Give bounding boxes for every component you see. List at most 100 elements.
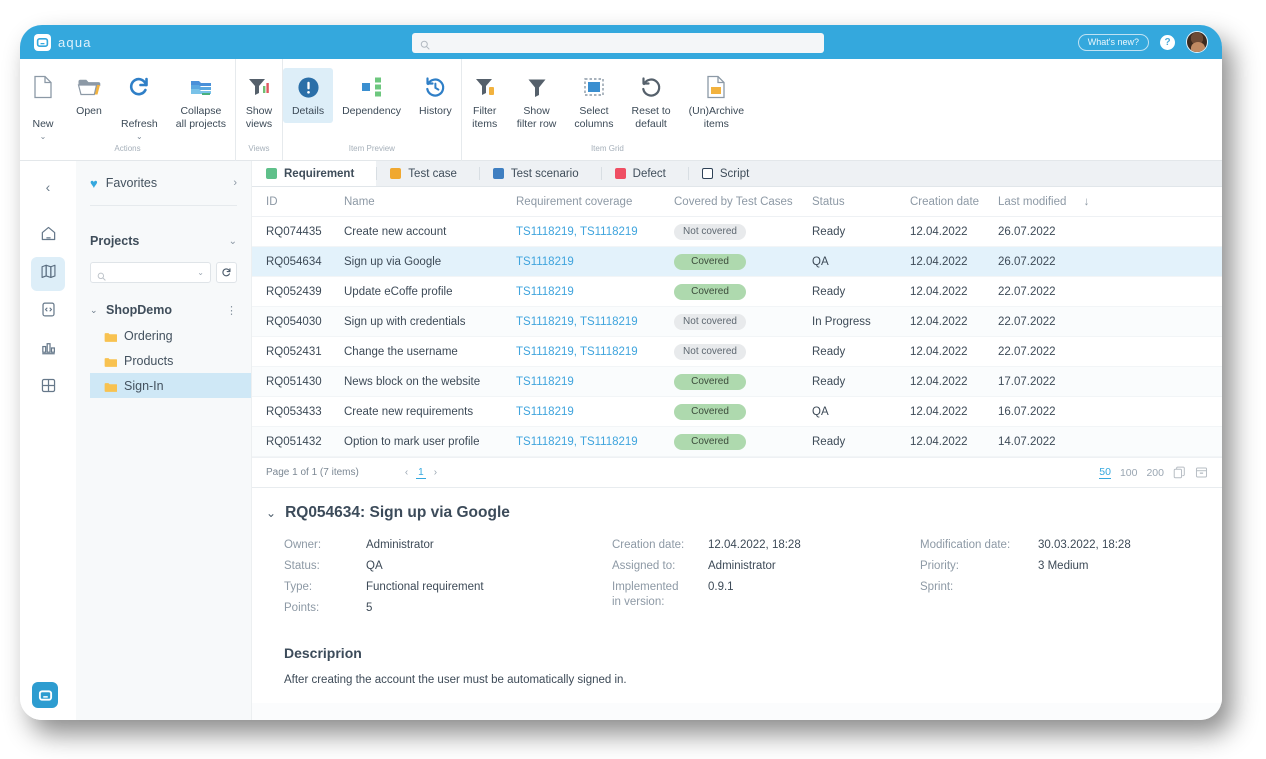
details-icon — [295, 74, 321, 100]
rail-item-home[interactable] — [31, 219, 65, 253]
details-button[interactable]: Details — [283, 68, 333, 123]
avatar[interactable] — [1186, 31, 1208, 53]
new-button[interactable]: New ⌄ — [20, 68, 66, 149]
cell-status: Ready — [812, 346, 910, 358]
show-views-label: Show views — [246, 105, 272, 130]
archive-items-button[interactable]: (Un)Archive items — [680, 68, 753, 135]
cell-creation-date: 12.04.2022 — [910, 256, 998, 268]
column-header-last-modified[interactable]: Last modified ↓ — [998, 196, 1118, 208]
table-row[interactable]: RQ052439Update eCoffe profileTS1118219Co… — [252, 277, 1222, 307]
field-value-status: QA — [366, 556, 612, 577]
help-icon[interactable]: ? — [1160, 35, 1175, 50]
global-search[interactable] — [412, 32, 824, 52]
page-size-50[interactable]: 50 — [1099, 466, 1111, 479]
tree-node-sign-in[interactable]: Sign-In — [90, 373, 251, 398]
page-number-1[interactable]: 1 — [416, 467, 426, 479]
table-row[interactable]: RQ054634Sign up via GoogleTS1118219Cover… — [252, 247, 1222, 277]
table-row[interactable]: RQ052431Change the usernameTS1118219, TS… — [252, 337, 1222, 367]
ribbon-group-views: Show views Views — [235, 59, 282, 161]
prev-page-button[interactable]: ‹ — [405, 467, 408, 478]
reset-to-default-button[interactable]: Reset to default — [623, 68, 680, 135]
cell-requirement-coverage[interactable]: TS1118219 — [516, 256, 674, 268]
export-icon[interactable] — [1195, 466, 1208, 479]
cell-requirement-coverage[interactable]: TS1118219, TS1118219 — [516, 226, 674, 238]
favorites-label: Favorites — [106, 176, 226, 190]
cell-id: RQ054634 — [252, 256, 344, 268]
archive-icon — [703, 74, 729, 100]
filter-items-button[interactable]: Filter items — [462, 68, 508, 135]
projects-header[interactable]: Projects ⌄ — [90, 220, 237, 262]
tab-requirement[interactable]: Requirement — [252, 161, 376, 186]
chevron-down-icon[interactable]: ⌄ — [197, 268, 204, 277]
copy-icon[interactable] — [1173, 466, 1186, 479]
cell-requirement-coverage[interactable]: TS1118219 — [516, 286, 674, 298]
tab-defect[interactable]: Defect — [601, 161, 688, 186]
details-labels-1: Owner: Status: Type: Points: — [284, 535, 366, 619]
chevron-down-icon: ⌄ — [40, 132, 47, 141]
chevron-down-icon[interactable]: ⌄ — [229, 236, 237, 247]
column-header-covered-by-test-cases[interactable]: Covered by Test Cases — [674, 196, 812, 208]
cell-creation-date: 12.04.2022 — [910, 376, 998, 388]
tab-script[interactable]: Script — [688, 161, 771, 186]
item-type-tabs: Requirement Test case Test scenario Defe… — [252, 161, 1222, 187]
favorites-item[interactable]: ♥ Favorites › — [90, 161, 237, 205]
show-filter-row-button[interactable]: Show filter row — [508, 68, 566, 135]
project-search-input[interactable]: ⌄ — [90, 262, 211, 283]
next-page-button[interactable]: › — [434, 467, 437, 478]
table-row[interactable]: RQ054030Sign up with credentialsTS111821… — [252, 307, 1222, 337]
projects-title: Projects — [90, 234, 229, 248]
open-button[interactable]: Open — [66, 68, 112, 123]
dependency-button[interactable]: Dependency — [333, 68, 410, 123]
table-row[interactable]: RQ053433Create new requirementsTS1118219… — [252, 397, 1222, 427]
history-button[interactable]: History — [410, 68, 461, 123]
column-header-creation-date[interactable]: Creation date — [910, 196, 998, 208]
refresh-icon — [126, 74, 152, 100]
whats-new-button[interactable]: What's new? — [1078, 34, 1149, 51]
tree-root-shopdemo[interactable]: ⌄ ShopDemo ⋮ — [90, 297, 237, 323]
refresh-button[interactable]: Refresh ⌄ — [112, 68, 167, 149]
collapse-all-projects-button[interactable]: Collapse all projects — [167, 68, 235, 135]
rail-item-apps[interactable] — [31, 371, 65, 405]
column-header-requirement-coverage[interactable]: Requirement coverage — [516, 196, 674, 208]
panel-divider — [90, 205, 237, 206]
cell-requirement-coverage[interactable]: TS1118219 — [516, 406, 674, 418]
brand-logo-group[interactable]: aqua — [34, 34, 92, 51]
column-header-id[interactable]: ID — [252, 196, 344, 208]
table-row[interactable]: RQ051432Option to mark user profileTS111… — [252, 427, 1222, 457]
tree-node-label: Ordering — [124, 329, 173, 343]
rail-item-projects[interactable] — [31, 257, 65, 291]
collapse-sidebar-button[interactable]: ‹ — [33, 173, 63, 201]
cell-requirement-coverage[interactable]: TS1118219, TS1118219 — [516, 346, 674, 358]
cell-requirement-coverage[interactable]: TS1118219 — [516, 376, 674, 388]
collapse-details-icon[interactable]: ⌄ — [266, 506, 276, 520]
chevron-down-icon[interactable]: ⌄ — [90, 305, 100, 316]
tab-test-case[interactable]: Test case — [376, 161, 479, 186]
test-scenario-icon — [493, 168, 504, 179]
select-columns-button[interactable]: Select columns — [565, 68, 622, 135]
refresh-projects-button[interactable] — [216, 262, 237, 283]
page-size-100[interactable]: 100 — [1120, 467, 1138, 479]
screenshot-stage: aqua What's new? ? New — [0, 0, 1266, 759]
tab-test-scenario[interactable]: Test scenario — [479, 161, 601, 186]
column-header-status[interactable]: Status — [812, 196, 910, 208]
table-row[interactable]: RQ074435Create new accountTS1118219, TS1… — [252, 217, 1222, 247]
show-views-button[interactable]: Show views — [236, 68, 282, 135]
tree-node-ordering[interactable]: Ordering — [90, 323, 251, 348]
more-options-icon[interactable]: ⋮ — [226, 304, 237, 317]
search-input[interactable] — [412, 33, 824, 53]
page-size-200[interactable]: 200 — [1146, 467, 1164, 479]
rail-item-reports[interactable] — [31, 333, 65, 367]
tree-node-products[interactable]: Products — [90, 348, 251, 373]
cell-id: RQ053433 — [252, 406, 344, 418]
rail-item-scripts[interactable] — [31, 295, 65, 329]
column-header-name[interactable]: Name — [344, 196, 516, 208]
cell-requirement-coverage[interactable]: TS1118219, TS1118219 — [516, 316, 674, 328]
search-icon — [97, 268, 106, 277]
field-label-creation-date: Creation date: — [612, 535, 708, 556]
folder-icon — [104, 380, 117, 391]
cell-requirement-coverage[interactable]: TS1118219, TS1118219 — [516, 436, 674, 448]
details-values-1: Administrator QA Functional requirement … — [366, 535, 612, 619]
table-row[interactable]: RQ051430News block on the websiteTS11182… — [252, 367, 1222, 397]
field-value-owner: Administrator — [366, 535, 612, 556]
sort-descending-icon[interactable]: ↓ — [1084, 196, 1090, 208]
